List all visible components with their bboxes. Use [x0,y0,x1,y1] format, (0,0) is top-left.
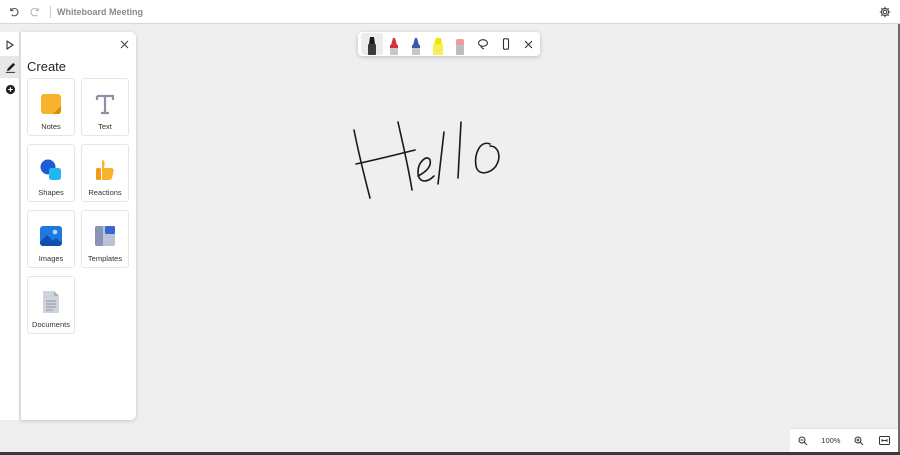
ink-drawing-hello[interactable] [340,110,520,205]
create-tile-images[interactable]: Images [27,210,75,268]
create-tile-documents[interactable]: Documents [27,276,75,334]
red-pen-icon [390,38,398,55]
add-circle-icon [5,84,15,94]
panel-title: Create [27,59,67,74]
close-panel-button[interactable] [116,36,132,52]
tile-label: Shapes [38,188,64,197]
fit-to-screen-icon [879,436,891,445]
red-pen-button[interactable] [383,33,405,55]
blue-pen-icon [412,38,420,55]
title-bar: Whiteboard Meeting [0,0,900,24]
inking-tool-button[interactable] [0,56,20,78]
add-content-button[interactable] [0,78,20,100]
shapes-icon [39,158,63,182]
tile-label: Images [38,254,64,263]
create-tile-text[interactable]: Text [81,78,129,136]
black-pen-button[interactable] [361,33,383,55]
zoom-in-icon [854,436,864,445]
close-icon [120,40,128,48]
create-panel: Create Notes Text Shapes Reactions Image… [21,32,136,420]
sticky-note-icon [39,92,63,116]
text-icon [93,92,117,116]
create-tile-shapes[interactable]: Shapes [27,144,75,202]
tile-label: Notes [41,122,61,131]
tile-label: Text [98,122,112,131]
create-tile-notes[interactable]: Notes [27,78,75,136]
close-inking-toolbar-button[interactable] [517,33,540,55]
left-tool-rail [0,32,20,420]
undo-icon [9,7,18,17]
undo-button[interactable] [2,1,24,23]
pointer-icon [6,40,14,50]
create-tile-templates[interactable]: Templates [81,210,129,268]
lasso-icon [477,39,488,50]
ruler-button[interactable] [494,33,517,55]
close-icon [524,40,533,48]
blue-pen-button[interactable] [405,33,427,55]
window-title: Whiteboard Meeting [57,6,143,17]
document-icon [39,290,63,314]
title-separator [50,5,51,18]
tile-label: Reactions [88,188,122,197]
fit-to-screen-button[interactable] [877,433,893,449]
thumbs-up-icon [93,158,117,182]
redo-icon [30,7,39,17]
zoom-level[interactable]: 100% [821,436,840,445]
eraser-button[interactable] [449,33,471,55]
inking-toolbar [358,32,540,56]
zoom-controls: 100% [790,428,898,452]
black-pen-icon [368,37,376,55]
tile-label: Templates [87,254,123,263]
redo-button[interactable] [24,1,46,23]
zoom-in-button[interactable] [851,433,867,449]
ruler-icon [502,38,509,50]
tile-label: Documents [32,320,70,329]
create-tile-reactions[interactable]: Reactions [81,144,129,202]
lasso-select-button[interactable] [471,33,494,55]
highlighter-icon [433,38,443,55]
gear-icon [879,6,891,18]
zoom-out-icon [798,436,808,445]
image-icon [39,224,63,248]
yellow-highlighter-button[interactable] [427,33,449,55]
pen-icon [5,62,15,73]
zoom-out-button[interactable] [795,433,811,449]
eraser-icon [456,39,464,55]
select-tool-button[interactable] [0,34,20,56]
settings-button[interactable] [874,1,896,23]
templates-icon [93,224,117,248]
